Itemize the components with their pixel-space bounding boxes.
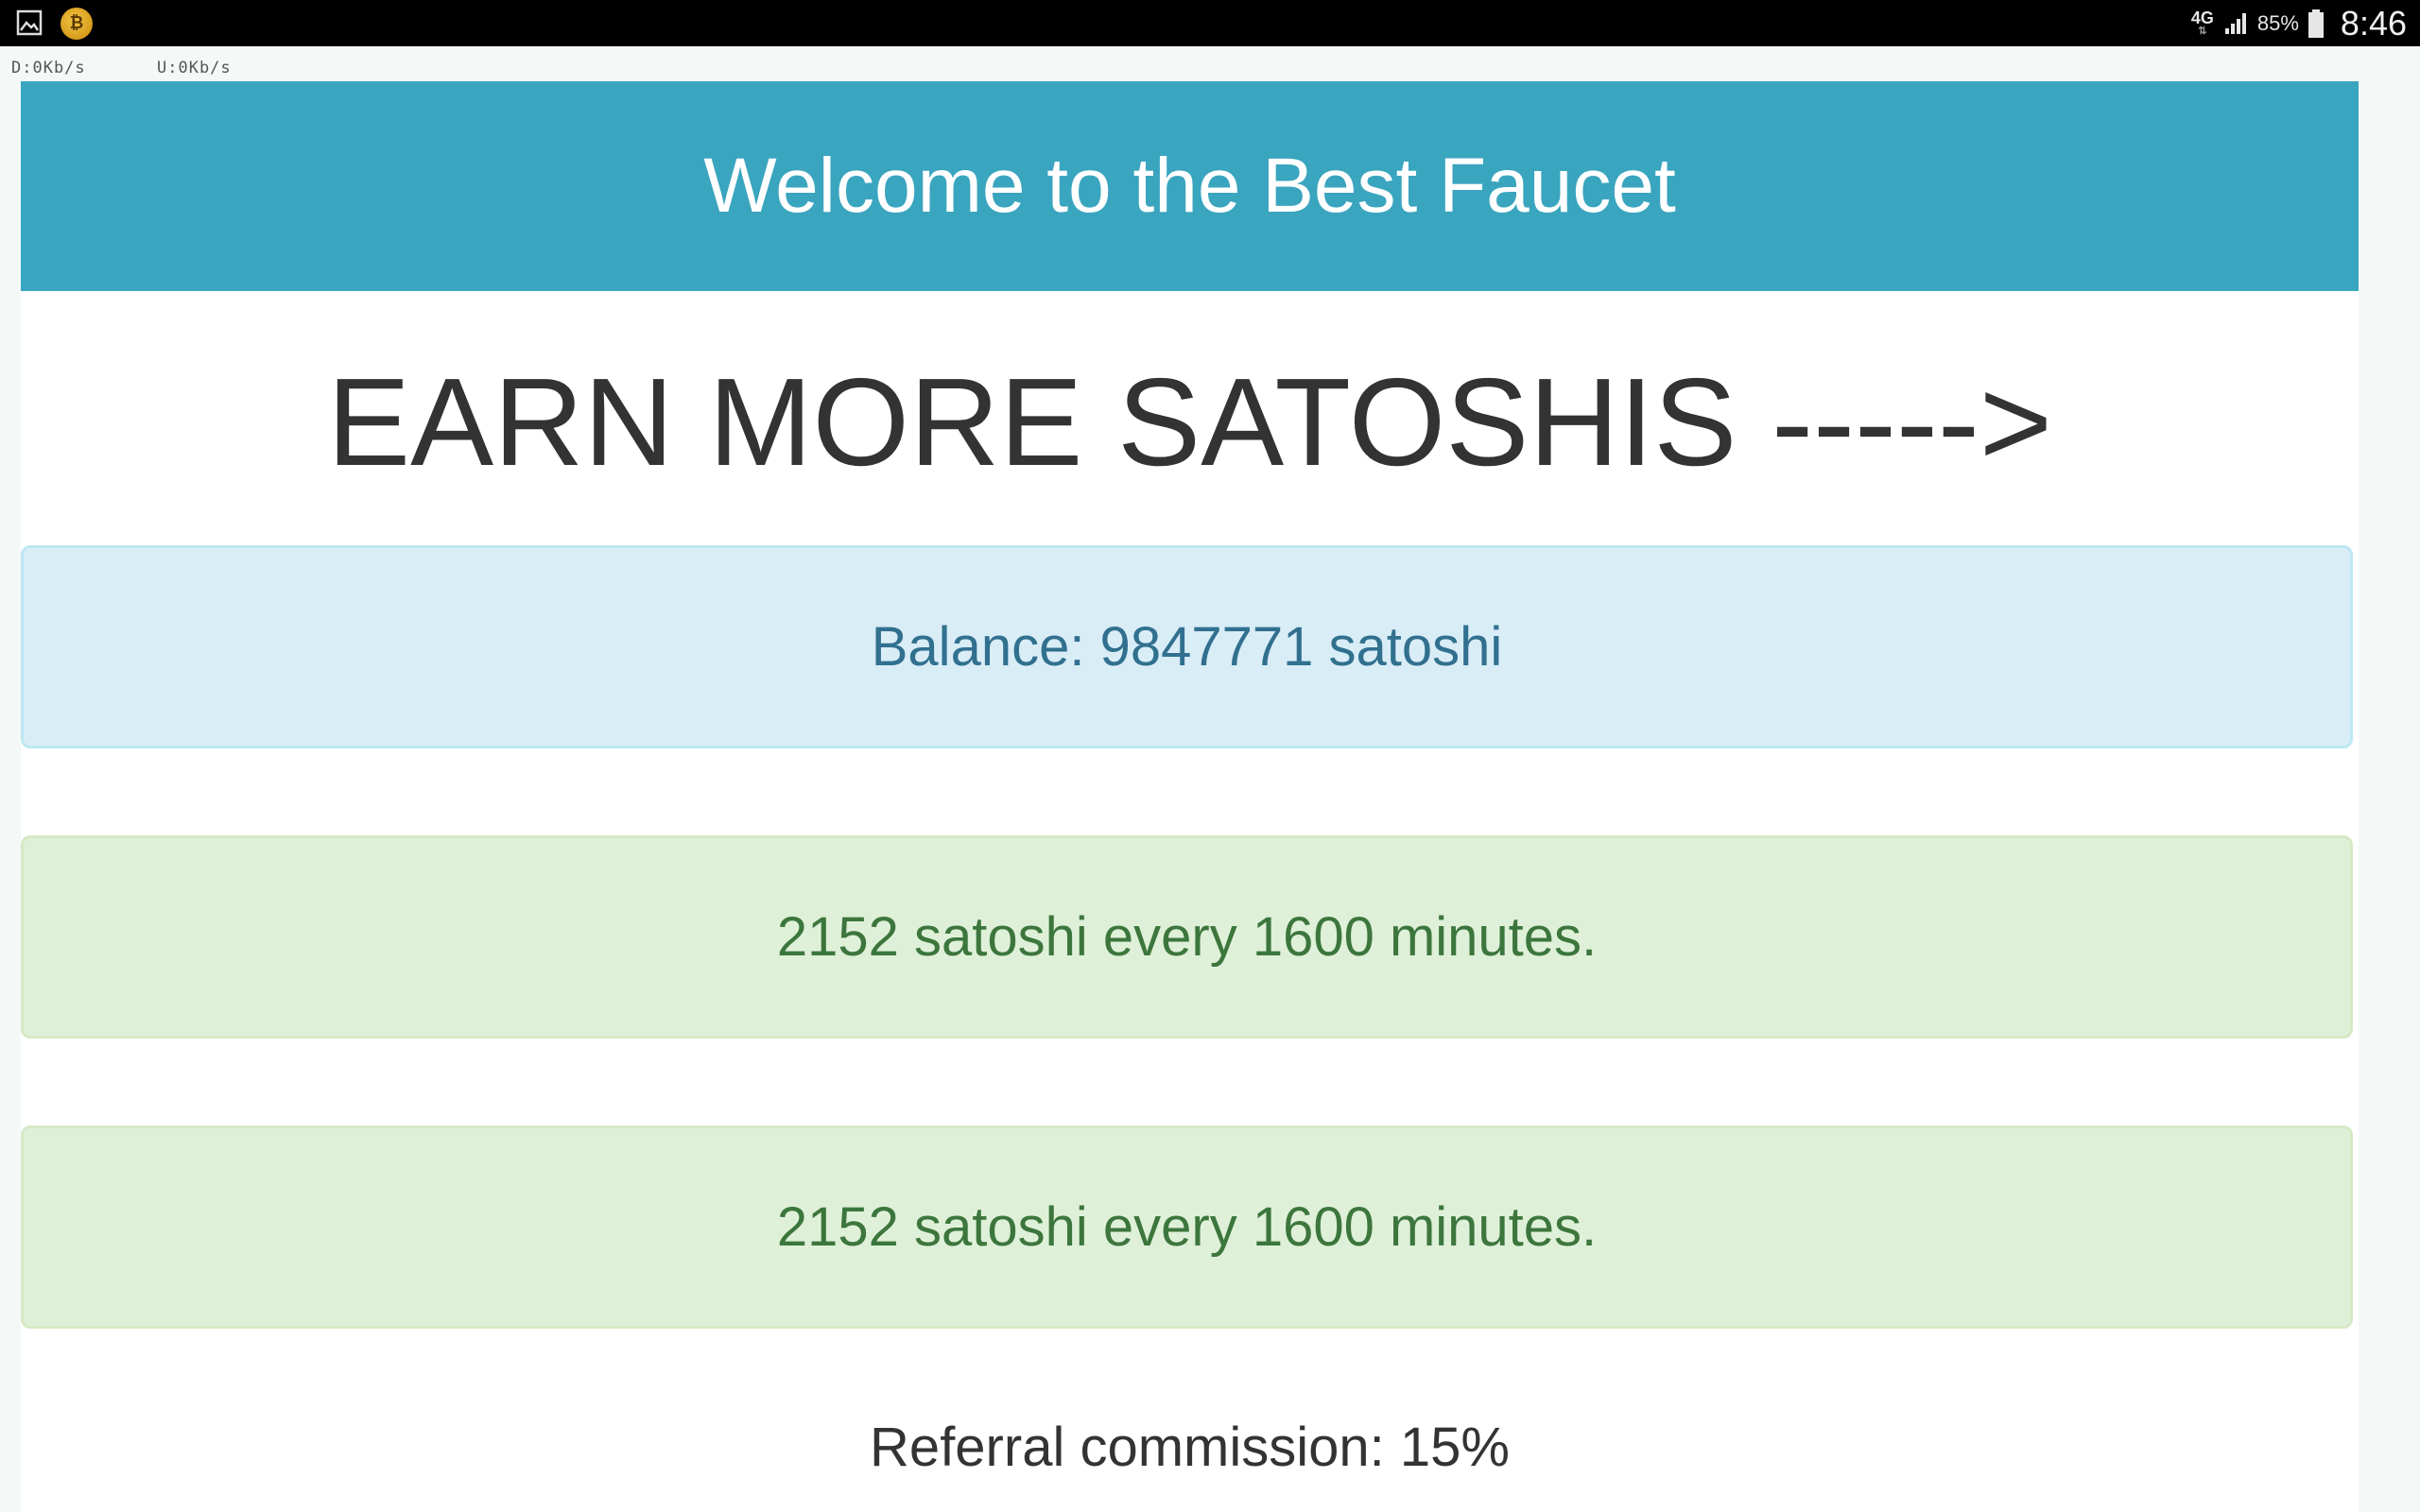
balance-alert: Balance: 9847771 satoshi xyxy=(21,545,2353,748)
battery-percent: 85% xyxy=(2256,10,2299,35)
status-indicators: 4G ⇅ 85% 8:46 xyxy=(2191,0,2407,46)
download-speed: D:0Kb/s xyxy=(11,59,86,77)
faucet-page: Welcome to the Best Faucet EARN MORE SAT… xyxy=(21,81,2359,1512)
balance-text: Balance: 9847771 satoshi xyxy=(871,616,1503,678)
gallery-icon xyxy=(16,9,43,36)
signal-strength-icon xyxy=(2224,12,2246,34)
faucet-app-icon: ₿ xyxy=(60,8,93,40)
reward-alert: 2152 satoshi every 1600 minutes. xyxy=(21,835,2353,1039)
network-type-indicator: 4G ⇅ xyxy=(2191,9,2214,37)
referral-commission: Referral commission: 15% xyxy=(870,1417,1510,1478)
clock: 8:46 xyxy=(2340,3,2407,43)
welcome-title: Welcome to the Best Faucet xyxy=(703,143,1676,229)
data-arrows-icon: ⇅ xyxy=(2198,26,2207,37)
earn-more-link[interactable]: EARN MORE SATOSHIS -----> xyxy=(21,360,2359,485)
reward-text: 2152 satoshi every 1600 minutes. xyxy=(776,1196,1598,1258)
reward-alert: 2152 satoshi every 1600 minutes. xyxy=(21,1125,2353,1329)
welcome-banner: Welcome to the Best Faucet xyxy=(21,81,2359,291)
reward-text: 2152 satoshi every 1600 minutes. xyxy=(776,906,1598,968)
network-type-label: 4G xyxy=(2190,9,2214,27)
battery-icon xyxy=(2308,9,2324,38)
status-bar: ₿ 4G ⇅ 85% 8:46 xyxy=(0,0,2420,46)
upload-speed: U:0Kb/s xyxy=(157,59,232,77)
